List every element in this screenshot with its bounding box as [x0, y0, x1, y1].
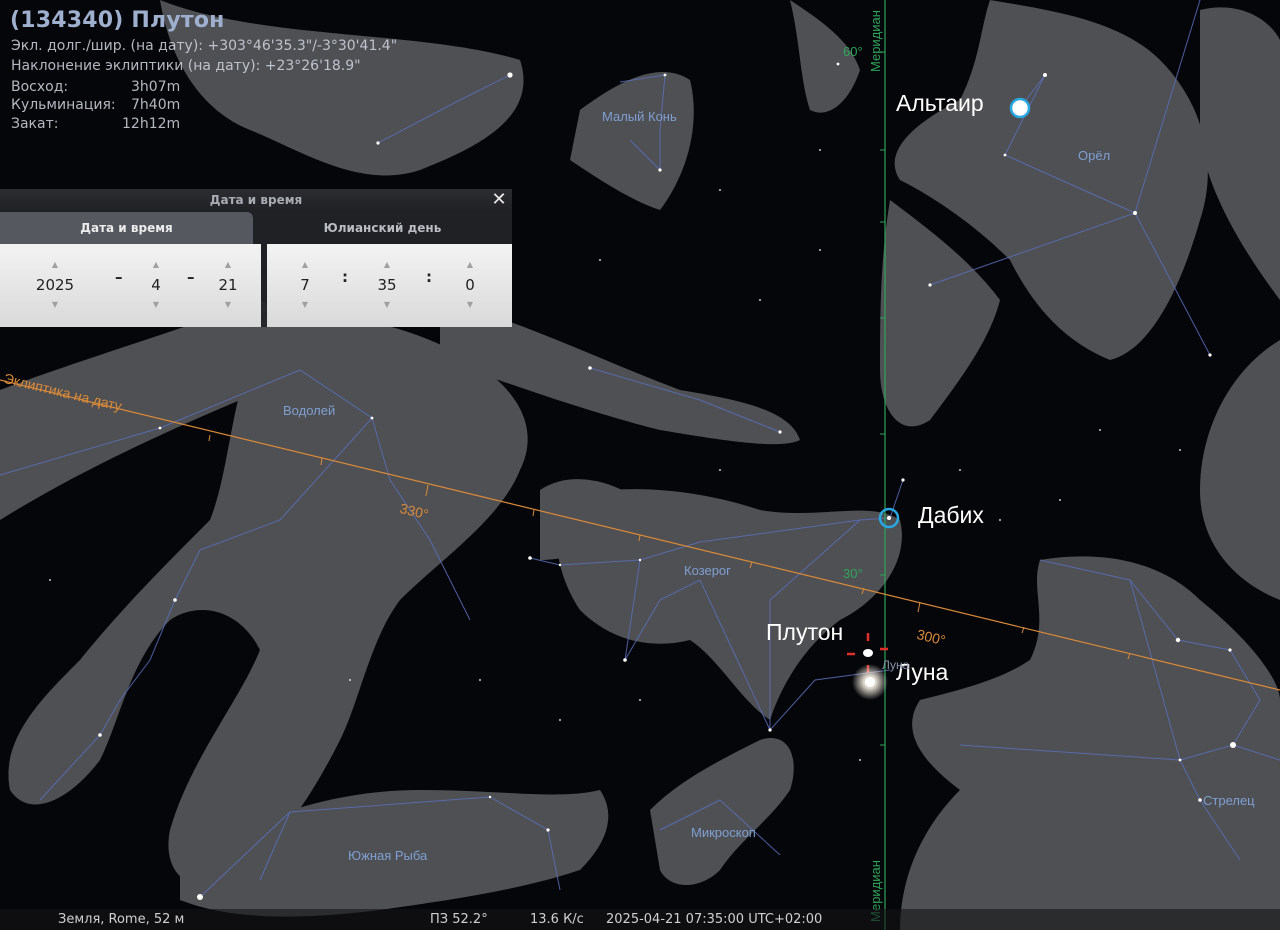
rise-label: Восход:: [11, 79, 69, 95]
hour-up-icon[interactable]: ▲: [280, 260, 330, 270]
second-value[interactable]: 0: [445, 270, 495, 300]
hour-value[interactable]: 7: [280, 270, 330, 300]
tab-julian-day[interactable]: Юлианский день: [253, 212, 512, 244]
constellation-label-capricornus: Козерог: [684, 563, 731, 578]
second-down-icon[interactable]: ▼: [445, 300, 495, 310]
pluto-label[interactable]: Плутон: [766, 619, 843, 646]
month-spinner[interactable]: ▲ 4 ▼: [131, 260, 181, 310]
month-up-icon[interactable]: ▲: [131, 260, 181, 270]
transit-label: Кульминация:: [11, 97, 116, 113]
date-separator: –: [115, 268, 123, 286]
day-down-icon[interactable]: ▼: [203, 300, 253, 310]
datetime-status[interactable]: 2025-04-21 07:35:00 UTC+02:00: [606, 912, 822, 927]
minute-spinner[interactable]: ▲ 35 ▼: [362, 260, 412, 310]
time-separator: :: [342, 268, 348, 286]
date-separator: –: [187, 268, 195, 286]
minute-up-icon[interactable]: ▲: [362, 260, 412, 270]
year-down-icon[interactable]: ▼: [30, 300, 80, 310]
dialog-titlebar[interactable]: Дата и время: [0, 189, 512, 211]
sky-view[interactable]: [0, 0, 1280, 930]
second-spinner[interactable]: ▲ 0 ▼: [445, 260, 495, 310]
constellation-art: [0, 0, 1280, 930]
close-icon[interactable]: ✕: [490, 190, 508, 210]
second-up-icon[interactable]: ▲: [445, 260, 495, 270]
moon-disc[interactable]: [865, 677, 875, 687]
status-bar: Земля, Rome, 52 м ПЗ 52.2° 13.6 К/с 2025…: [0, 909, 1280, 930]
month-value[interactable]: 4: [131, 270, 181, 300]
date-panel: ▲ 2025 ▼ – ▲ 4 ▼ – ▲ 21 ▼: [0, 244, 261, 327]
month-down-icon[interactable]: ▼: [131, 300, 181, 310]
fov-status: ПЗ 52.2°: [430, 912, 488, 927]
minute-value[interactable]: 35: [362, 270, 412, 300]
meridian-30-label: 30°: [843, 566, 863, 581]
time-separator: :: [426, 268, 432, 286]
day-value[interactable]: 21: [203, 270, 253, 300]
set-label: Закат:: [11, 116, 59, 132]
day-up-icon[interactable]: ▲: [203, 260, 253, 270]
datetime-dialog: Дата и время ✕ Дата и время Юлианский де…: [0, 189, 512, 327]
ecliptic-coords: Экл. долг./шир. (на дату): +303°46'35.3"…: [11, 38, 398, 54]
time-panel: ▲ 7 ▼ : ▲ 35 ▼ : ▲ 0 ▼: [267, 244, 512, 327]
meridian-top-label: Меридиан: [868, 10, 883, 72]
constellation-label-sagittarius: Стрелец: [1203, 793, 1255, 808]
dialog-title: Дата и время: [209, 193, 303, 207]
altair-label[interactable]: Альтаир: [896, 90, 984, 117]
year-value[interactable]: 2025: [30, 270, 80, 300]
location-status[interactable]: Земля, Rome, 52 м: [58, 912, 184, 927]
set-value: 12h12m: [122, 116, 181, 132]
fps-status: 13.6 К/с: [530, 912, 584, 927]
dabih-label[interactable]: Дабих: [918, 502, 984, 529]
hour-down-icon[interactable]: ▼: [280, 300, 330, 310]
moon-small-label: Луна: [882, 658, 910, 672]
rise-value: 3h07m: [131, 79, 181, 95]
tab-date-time[interactable]: Дата и время: [0, 212, 253, 244]
ecliptic-obliquity: Наклонение эклиптики (на дату): +23°26'1…: [11, 58, 361, 74]
meridian-60-label: 60°: [843, 44, 863, 59]
hour-spinner[interactable]: ▲ 7 ▼: [280, 260, 330, 310]
year-spinner[interactable]: ▲ 2025 ▼: [30, 260, 80, 310]
pluto-dot[interactable]: [863, 649, 873, 657]
constellation-label-microscopium: Микроскоп: [691, 825, 756, 840]
minute-down-icon[interactable]: ▼: [362, 300, 412, 310]
day-spinner[interactable]: ▲ 21 ▼: [203, 260, 253, 310]
altair-marker[interactable]: [1009, 97, 1031, 119]
year-up-icon[interactable]: ▲: [30, 260, 80, 270]
object-title: (134340) Плутон: [10, 8, 225, 33]
constellation-label-piscis-austrinus: Южная Рыба: [348, 848, 428, 863]
constellation-label-equuleus: Малый Конь: [602, 109, 677, 124]
constellation-label-aquarius: Водолей: [283, 403, 336, 418]
transit-value: 7h40m: [131, 97, 181, 113]
constellation-label-aquila: Орёл: [1078, 148, 1111, 163]
